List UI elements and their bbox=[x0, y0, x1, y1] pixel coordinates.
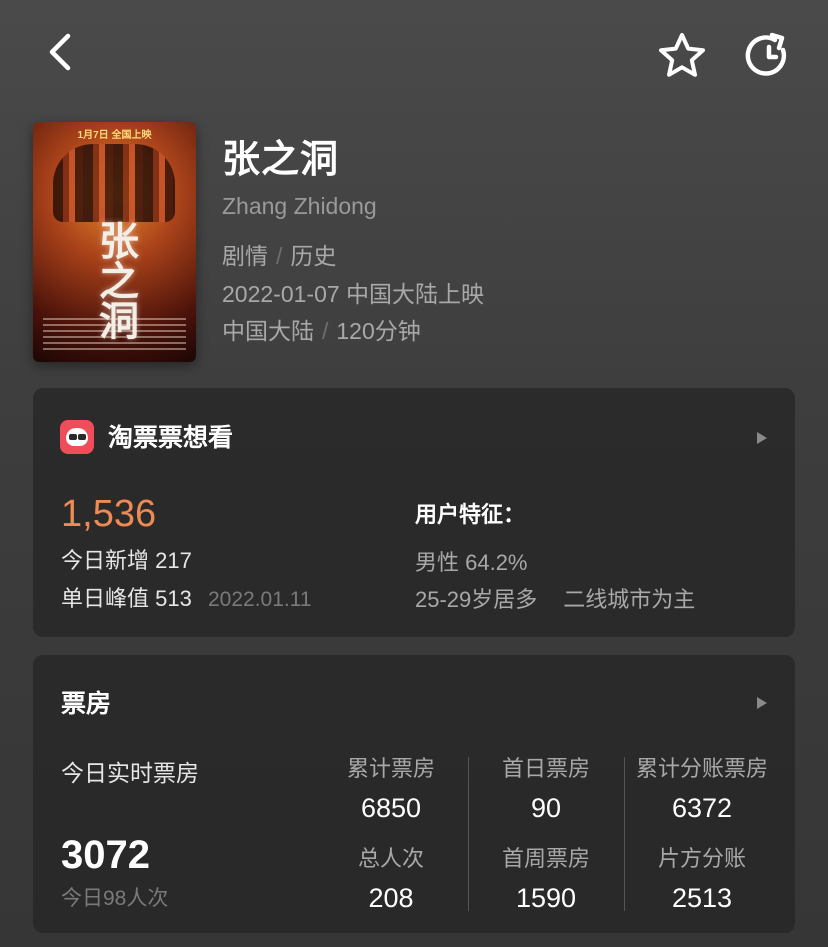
user-age-city: 25-29岁居多 二线城市为主 bbox=[415, 585, 695, 615]
user-features-title: 用户特征： bbox=[415, 502, 526, 527]
realtime-box-label: 今日实时票房 bbox=[61, 760, 199, 786]
stat-value: 6850 bbox=[360, 793, 422, 823]
want-card-arrow-icon[interactable] bbox=[757, 432, 767, 444]
movie-region: 中国大陆 bbox=[222, 318, 314, 344]
movie-region-duration: 中国大陆 / 120分钟 bbox=[222, 315, 421, 347]
stat-producer-split: 片方分账 2513 bbox=[622, 844, 782, 916]
top-bar bbox=[0, 0, 828, 110]
user-city-tier: 二线城市为主 bbox=[563, 587, 696, 612]
share-refresh-icon bbox=[745, 32, 787, 76]
stat-value: 2513 bbox=[671, 883, 733, 913]
stat-label: 累计分账票房 bbox=[635, 756, 768, 781]
chevron-left-icon bbox=[49, 33, 71, 71]
star-outline-icon bbox=[659, 33, 705, 77]
want-daily-peak: 单日峰值 513 2022.01.11 bbox=[61, 584, 312, 615]
stat-label: 首日票房 bbox=[501, 756, 590, 781]
stat-value: 6372 bbox=[671, 793, 733, 823]
stat-cumulative-split-box: 累计分账票房 6372 bbox=[622, 754, 782, 826]
stat-value: 90 bbox=[530, 793, 562, 823]
separator: / bbox=[276, 243, 283, 269]
stat-value: 1590 bbox=[515, 883, 577, 913]
poster-figures bbox=[53, 144, 175, 222]
poster-credits bbox=[43, 318, 186, 354]
want-today-added: 今日新增 217 bbox=[61, 546, 192, 576]
taopiaopiao-logo-icon bbox=[60, 420, 94, 454]
genre-tag: 剧情 bbox=[222, 243, 268, 269]
stat-first-week-box: 首周票房 1590 bbox=[466, 844, 626, 916]
want-peak-value: 513 bbox=[155, 586, 192, 611]
user-gender-ratio: 男性 64.2% bbox=[415, 550, 528, 575]
back-button[interactable] bbox=[40, 30, 84, 74]
share-button[interactable] bbox=[742, 30, 796, 84]
want-card-title: 淘票票想看 bbox=[108, 424, 234, 452]
movie-english-title: Zhang Zhidong bbox=[222, 193, 377, 219]
stat-label: 总人次 bbox=[357, 846, 424, 871]
movie-genres: 剧情 / 历史 bbox=[222, 240, 336, 272]
stat-first-day-box: 首日票房 90 bbox=[466, 754, 626, 826]
want-today-value: 217 bbox=[155, 548, 192, 573]
stat-label: 片方分账 bbox=[657, 846, 746, 871]
box-office-title: 票房 bbox=[61, 690, 112, 718]
want-to-see-card[interactable]: 淘票票想看 1,536 今日新增 217 单日峰值 513 2022.01.11… bbox=[33, 388, 795, 637]
stat-label: 首周票房 bbox=[501, 846, 590, 871]
movie-poster[interactable]: 1月7日 全国上映 张之洞 bbox=[33, 122, 196, 362]
want-peak-label: 单日峰值 bbox=[61, 586, 150, 611]
stat-total-admissions: 总人次 208 bbox=[311, 844, 471, 916]
realtime-box-value: 3072 bbox=[61, 833, 150, 877]
user-age-group: 25-29岁居多 bbox=[415, 587, 538, 612]
stat-label: 累计票房 bbox=[346, 756, 435, 781]
box-office-arrow-icon[interactable] bbox=[757, 697, 767, 709]
poster-release-text: 1月7日 全国上映 bbox=[77, 130, 152, 141]
stat-cumulative-box: 累计票房 6850 bbox=[311, 754, 471, 826]
want-today-label: 今日新增 bbox=[61, 548, 150, 573]
box-office-card[interactable]: 票房 今日实时票房 3072 今日98人次 累计票房 6850 首日票房 90 … bbox=[33, 655, 795, 933]
stat-value: 208 bbox=[368, 883, 414, 913]
movie-duration: 120分钟 bbox=[336, 318, 421, 344]
movie-title: 张之洞 bbox=[222, 139, 340, 181]
movie-release: 2022-01-07 中国大陆上映 bbox=[222, 281, 485, 307]
today-admissions: 今日98人次 bbox=[61, 887, 169, 910]
genre-tag: 历史 bbox=[290, 243, 337, 269]
separator: / bbox=[322, 318, 329, 344]
want-count: 1,536 bbox=[61, 493, 157, 535]
want-peak-date: 2022.01.11 bbox=[207, 588, 312, 611]
favorite-button[interactable] bbox=[656, 30, 708, 82]
